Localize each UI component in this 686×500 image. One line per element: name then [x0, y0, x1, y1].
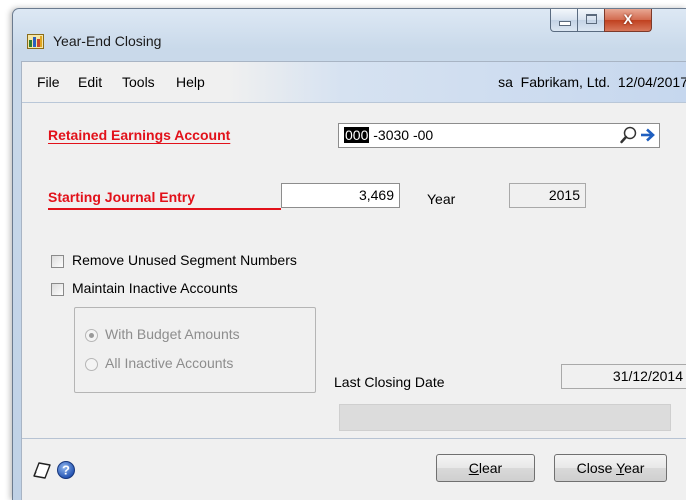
progress-bar [339, 404, 671, 431]
close-year-button-label-part: Close [576, 460, 617, 476]
menu-bar: File Edit Tools Help sa Fabrikam, Ltd. 1… [22, 62, 686, 103]
menu-file[interactable]: File [34, 73, 63, 91]
session-info: sa Fabrikam, Ltd. 12/04/2017 [498, 74, 686, 90]
close-year-button[interactable]: Close Year [554, 454, 667, 482]
starting-journal-entry-label: Starting Journal Entry [48, 189, 196, 205]
maintain-inactive-accounts-checkbox[interactable] [51, 283, 64, 296]
user-date: 12/04/2017 [617, 74, 686, 90]
account-segment-rest: -3030 -00 [369, 127, 434, 143]
close-year-button-label-rest: ear [624, 460, 645, 476]
application-icon [27, 34, 44, 49]
expansion-arrow-icon[interactable] [638, 125, 658, 145]
maintain-inactive-accounts-label[interactable]: Maintain Inactive Accounts [72, 280, 238, 296]
remove-unused-segment-numbers-label[interactable]: Remove Unused Segment Numbers [72, 252, 297, 268]
remove-unused-segment-numbers-checkbox[interactable] [51, 255, 64, 268]
note-icon[interactable] [31, 460, 53, 480]
minimize-button[interactable] [550, 9, 578, 32]
maximize-icon [586, 14, 597, 24]
year-field: 2015 [509, 183, 586, 208]
company-name: Fabrikam, Ltd. [520, 74, 611, 90]
required-field-underline [48, 208, 281, 210]
help-icon[interactable]: ? [56, 460, 76, 480]
last-closing-date-field: 31/12/2014 [561, 364, 686, 389]
user-id: sa [498, 74, 513, 90]
clear-button[interactable]: Clear [436, 454, 535, 482]
svg-text:?: ? [62, 463, 70, 478]
clear-button-mnemonic: C [468, 460, 479, 476]
year-label: Year [427, 191, 456, 207]
window-title: Year-End Closing [53, 33, 162, 49]
menu-help[interactable]: Help [173, 73, 208, 91]
starting-journal-entry-field[interactable]: 3,469 [281, 183, 400, 208]
inactive-accounts-option-group [74, 307, 316, 393]
with-budget-amounts-radio[interactable] [85, 329, 98, 342]
menu-tools[interactable]: Tools [119, 73, 158, 91]
title-bar[interactable]: Year-End Closing X [13, 9, 686, 61]
all-inactive-accounts-label[interactable]: All Inactive Accounts [105, 355, 233, 371]
close-year-button-mnemonic: Y [616, 460, 625, 476]
menu-edit[interactable]: Edit [75, 73, 105, 91]
retained-earnings-account-label[interactable]: Retained Earnings Account [48, 127, 230, 143]
lookup-icon[interactable] [619, 125, 639, 145]
close-button[interactable]: X [604, 9, 652, 32]
with-budget-amounts-label[interactable]: With Budget Amounts [105, 326, 240, 342]
last-closing-date-label: Last Closing Date [334, 374, 445, 390]
minimize-icon [559, 21, 571, 26]
bottom-separator [22, 438, 686, 439]
window-client-area: File Edit Tools Help sa Fabrikam, Ltd. 1… [21, 61, 686, 500]
clear-button-label-rest: lear [478, 460, 503, 476]
all-inactive-accounts-radio[interactable] [85, 358, 98, 371]
close-icon: X [623, 11, 633, 27]
account-segment-highlight: 000 [344, 127, 370, 143]
maximize-button[interactable] [577, 9, 605, 32]
retained-earnings-account-field[interactable]: 000 -3030 -00 [338, 123, 660, 148]
year-end-closing-window: Year-End Closing X File Edit Tools Help … [12, 8, 686, 500]
